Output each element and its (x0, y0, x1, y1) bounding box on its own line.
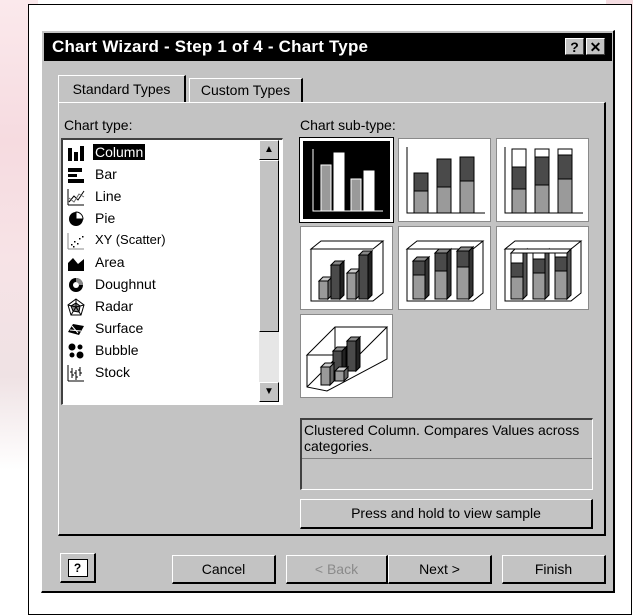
description-text: Clustered Column. Compares Values across… (304, 422, 580, 454)
clustered-column-icon (312, 149, 383, 212)
tab-standard-types[interactable]: Standard Types (58, 75, 186, 102)
next-button[interactable]: Next > (388, 555, 492, 584)
stacked-column-icon (406, 147, 485, 214)
tab-custom-types[interactable]: Custom Types (189, 78, 303, 102)
list-item-column[interactable]: Column (65, 142, 261, 164)
window-title: Chart Wizard - Step 1 of 4 - Chart Type (52, 37, 369, 56)
list-item-label: Area (95, 254, 125, 270)
description-divider (302, 458, 592, 459)
list-scrollbar[interactable]: ▲ ▼ (259, 140, 279, 402)
list-item-scatter[interactable]: XY (Scatter) (65, 230, 261, 252)
close-icon[interactable]: ✕ (586, 38, 605, 55)
scroll-up-icon[interactable]: ▲ (259, 140, 279, 160)
sub-type-description: Clustered Column. Compares Values across… (300, 418, 593, 490)
help-icon[interactable]: ? (565, 38, 584, 55)
list-item-label: Line (95, 188, 122, 204)
chart-wizard-dialog: Chart Wizard - Step 1 of 4 - Chart Type … (41, 30, 615, 593)
cancel-button[interactable]: Cancel (172, 555, 276, 584)
column-3d-icon (305, 326, 389, 392)
list-item-surface[interactable]: Surface (65, 318, 261, 340)
stock-chart-icon (67, 365, 84, 382)
list-item-stock[interactable]: Stock (65, 362, 261, 384)
area-chart-icon (68, 258, 84, 271)
list-item-pie[interactable]: Pie (65, 208, 261, 230)
bubble-chart-icon (68, 343, 84, 359)
percent-stacked-column-icon (504, 147, 583, 214)
subtype-100-stacked-column[interactable] (496, 138, 589, 222)
help-button[interactable]: ? (60, 553, 96, 583)
percent-stacked-column-3d-icon (503, 240, 583, 302)
scroll-thumb[interactable] (259, 160, 279, 332)
subtype-clustered-column[interactable] (299, 137, 394, 223)
list-item-label: Radar (95, 298, 134, 314)
scroll-down-icon[interactable]: ▼ (259, 382, 279, 402)
stacked-column-3d-icon (405, 240, 485, 302)
list-item-doughnut[interactable]: Doughnut (65, 274, 261, 296)
chart-sub-type-grid (299, 137, 594, 406)
radar-chart-icon (67, 298, 85, 316)
list-item-label: Doughnut (95, 276, 156, 292)
list-item-line[interactable]: Line (65, 186, 261, 208)
chart-sub-type-label: Chart sub-type: (300, 117, 396, 133)
clustered-column-3d-icon (309, 240, 385, 302)
list-item-label: Pie (95, 210, 116, 226)
list-item-label: Stock (95, 364, 131, 380)
help-icon: ? (67, 559, 88, 577)
subtype-3d-column[interactable] (300, 314, 393, 398)
list-item-label: Column (93, 144, 146, 160)
list-item-bar[interactable]: Bar (65, 164, 261, 186)
list-item-bubble[interactable]: Bubble (65, 340, 261, 362)
subtype-3d-stacked-column[interactable] (398, 226, 491, 310)
view-sample-button[interactable]: Press and hold to view sample (300, 499, 593, 529)
surface-chart-icon (68, 324, 84, 335)
title-bar[interactable]: Chart Wizard - Step 1 of 4 - Chart Type … (44, 33, 612, 61)
finish-button[interactable]: Finish (502, 555, 606, 584)
line-chart-icon (67, 189, 85, 206)
list-item-radar[interactable]: Radar (65, 296, 261, 318)
list-item-label: XY (Scatter) (95, 232, 166, 247)
bar-chart-icon (68, 168, 84, 183)
back-button[interactable]: < Back (286, 555, 388, 584)
chart-type-label: Chart type: (64, 117, 133, 133)
subtype-3d-clustered-column[interactable] (300, 226, 393, 310)
list-item-label: Surface (95, 320, 144, 336)
doughnut-chart-icon (69, 278, 83, 292)
subtype-3d-100-stacked-column[interactable] (496, 226, 589, 310)
scatter-chart-icon (67, 233, 84, 250)
chart-type-list[interactable]: Column Bar Line Pie XY (Scatter) Area Do… (61, 138, 283, 405)
subtype-stacked-column[interactable] (398, 138, 491, 222)
pie-chart-icon (69, 211, 84, 226)
list-item-label: Bar (95, 166, 117, 182)
column-chart-icon (68, 146, 84, 161)
list-item-area[interactable]: Area (65, 252, 261, 274)
list-item-label: Bubble (95, 342, 139, 358)
